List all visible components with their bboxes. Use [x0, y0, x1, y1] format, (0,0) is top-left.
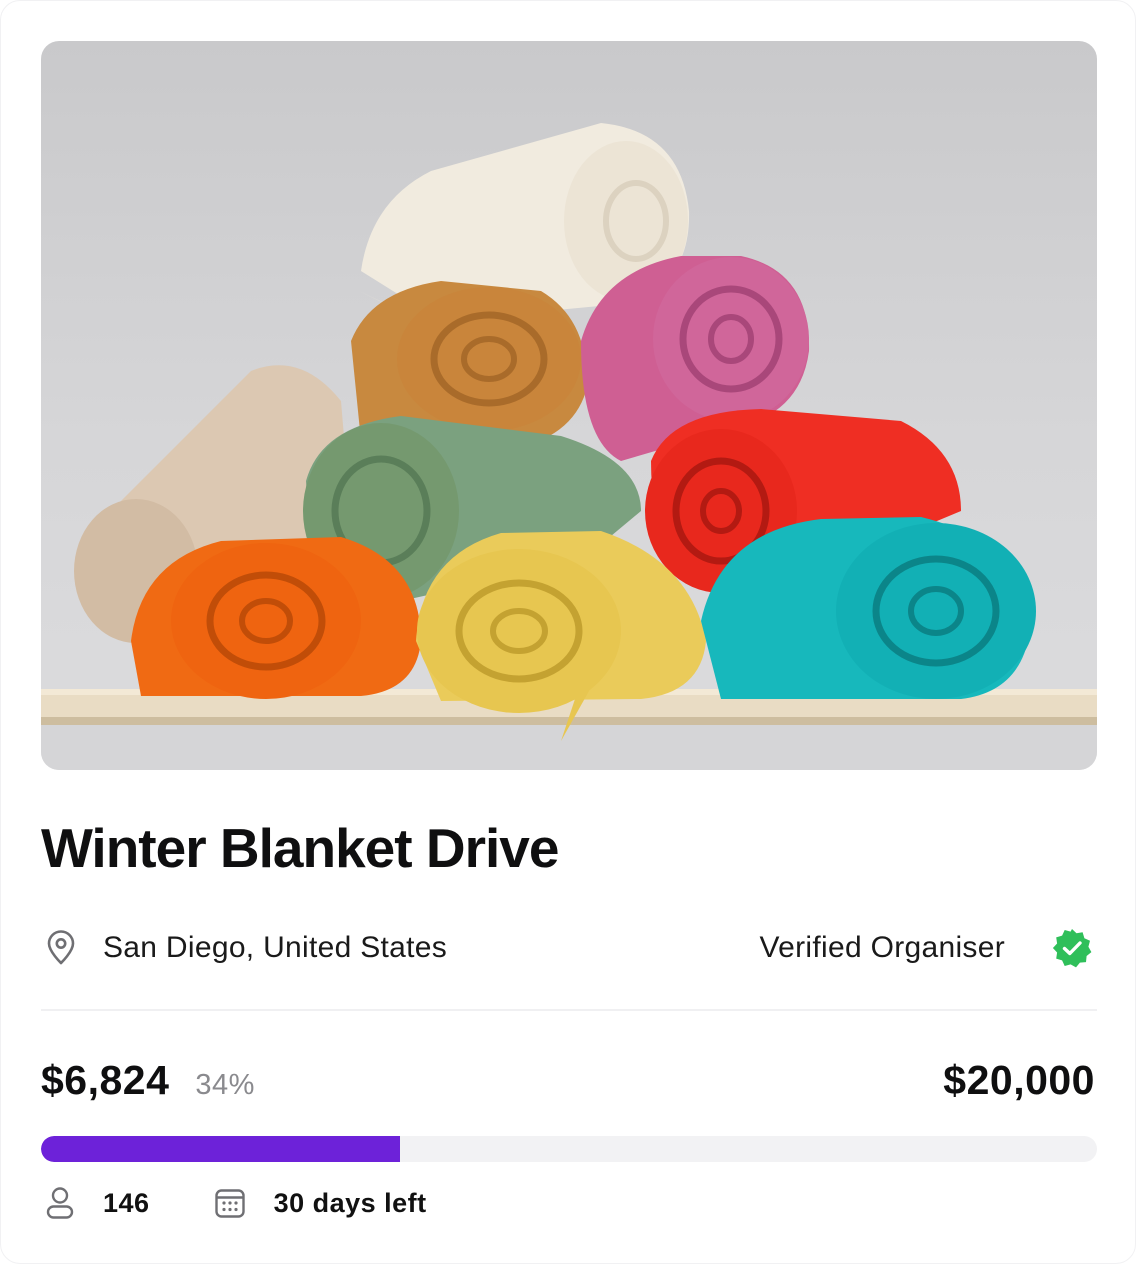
location-text: San Diego, United States — [103, 931, 448, 964]
progress-bar — [41, 1136, 1097, 1162]
blanket-teal — [701, 517, 1036, 699]
time-left-text: 30 days left — [273, 1187, 427, 1218]
campaign-image[interactable] — [41, 41, 1097, 770]
time-left-stat: 30 days left — [214, 1187, 427, 1219]
campaign-title[interactable]: Winter Blanket Drive — [41, 815, 559, 881]
divider — [41, 1009, 1097, 1011]
raised-amount: $6,824 — [41, 1057, 170, 1103]
supporters-count: 146 — [103, 1187, 150, 1218]
raised-summary: $6,824 34% — [41, 1057, 255, 1113]
verified-badge-icon — [1051, 927, 1093, 969]
location: San Diego, United States — [45, 927, 447, 969]
organiser-status-text: Verified Organiser — [759, 931, 1005, 964]
user-icon — [45, 1186, 75, 1220]
supporters-stat: 146 — [45, 1186, 150, 1220]
raised-percent: 34% — [195, 1069, 255, 1101]
campaign-card[interactable]: Winter Blanket Drive San Diego, United S… — [0, 0, 1136, 1264]
goal-amount: $20,000 — [943, 1057, 1095, 1103]
map-pin-icon — [45, 930, 77, 966]
progress-fill — [41, 1136, 401, 1162]
blankets-illustration — [41, 123, 1097, 770]
calendar-icon — [214, 1187, 246, 1219]
organiser-status: Verified Organiser — [759, 927, 1093, 969]
campaign-stats: 146 30 days left — [45, 1183, 427, 1223]
